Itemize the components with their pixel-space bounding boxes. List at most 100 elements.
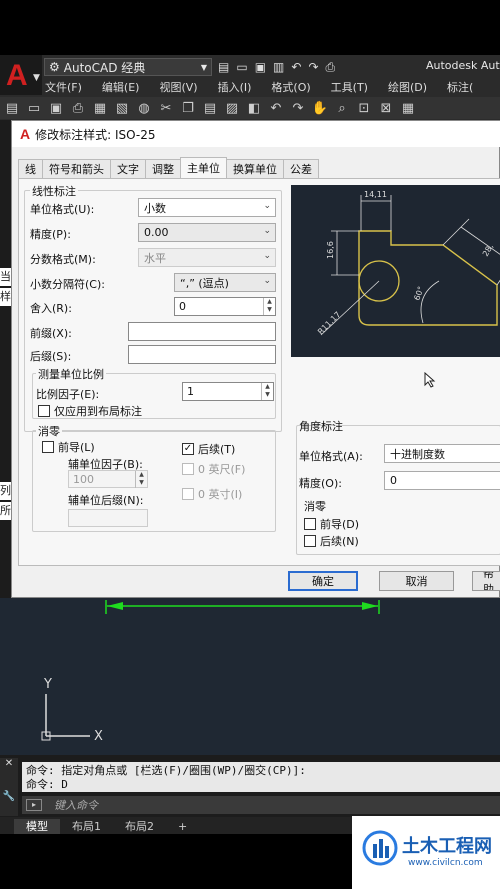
undo-icon[interactable]: ↶ [268, 100, 284, 116]
linear-dimension-line[interactable] [105, 600, 380, 614]
zoom-realtime-icon[interactable]: ⌕ [334, 100, 350, 116]
modify-dimension-style-dialog: A 修改标注样式: ISO-25 线 符号和箭头 文字 调整 主单位 换算单位 … [11, 120, 500, 598]
preview-dim-top: 14,11 [364, 190, 387, 199]
precision-select[interactable]: 0.00 ⌄ [138, 223, 276, 242]
unit-format-label: 单位格式(U): [30, 203, 95, 216]
dimension-preview: 14,11 16,6 28, 60° R11,17 [291, 185, 500, 357]
angular-precision-select[interactable]: 0 [384, 471, 500, 490]
menu-format[interactable]: 格式(O) [271, 79, 310, 95]
menu-dimension[interactable]: 标注( [447, 79, 473, 95]
print-icon[interactable]: ⎙ [70, 100, 86, 116]
angular-unit-format-select[interactable]: 十进制度数 [384, 444, 500, 463]
ok-button[interactable]: 确定 [288, 571, 358, 591]
command-history-line: 命令: 指定对角点或 [栏选(F)/圈围(WP)/圈交(CP)]: [26, 764, 306, 777]
pan-icon[interactable]: ✋ [312, 100, 328, 116]
command-input-placeholder: 键入命令 [54, 799, 98, 812]
app-menu-button[interactable]: A ▼ [0, 55, 42, 95]
preview-dim-right: 28, [481, 242, 495, 258]
menu-file[interactable]: 文件(F) [45, 79, 82, 95]
redo-icon[interactable]: ↷ [308, 60, 318, 75]
round-off-input[interactable]: 0 ▲ ▼ [174, 297, 276, 316]
trailing-zero-checkbox[interactable]: ✓ 后续(T) [182, 441, 235, 457]
match-properties-icon[interactable]: ▨ [224, 100, 240, 116]
block-editor-icon[interactable]: ◧ [246, 100, 262, 116]
zero-feet-label: 0 英尺(F) [198, 463, 246, 476]
close-icon[interactable]: ✕ [0, 758, 18, 769]
preview-dim-radius: R11,17 [316, 310, 342, 336]
open-icon[interactable]: ▭ [26, 100, 42, 116]
publish-icon[interactable]: ▧ [114, 100, 130, 116]
sub-unit-factor-input[interactable]: 100 ▲ ▼ [68, 470, 148, 488]
zero-feet-checkbox[interactable]: 0 英尺(F) [182, 461, 245, 477]
zero-inches-checkbox[interactable]: 0 英寸(I) [182, 486, 242, 502]
tab-tolerances[interactable]: 公差 [283, 159, 319, 178]
unit-format-select[interactable]: 小数 ⌄ [138, 198, 276, 217]
paste-icon[interactable]: ▤ [202, 100, 218, 116]
prefix-input[interactable] [128, 322, 276, 341]
tab-layout2[interactable]: 布局2 [113, 819, 166, 834]
workspace-label: AutoCAD 经典 [63, 60, 146, 75]
spinner-icon[interactable]: ▲ ▼ [263, 298, 275, 315]
undo-icon[interactable]: ↶ [291, 60, 301, 75]
menu-edit[interactable]: 编辑(E) [102, 79, 140, 95]
zoom-window-icon[interactable]: ⊡ [356, 100, 372, 116]
copy-icon[interactable]: ❐ [180, 100, 196, 116]
zoom-previous-icon[interactable]: ⊠ [378, 100, 394, 116]
open-file-icon[interactable]: ▭ [236, 60, 247, 75]
dialog-title: 修改标注样式: ISO-25 [35, 127, 156, 142]
ucs-icon: Y X [41, 677, 103, 744]
new-icon[interactable]: ▤ [4, 100, 20, 116]
save-icon[interactable]: ▣ [255, 60, 266, 75]
menu-tools[interactable]: 工具(T) [331, 79, 368, 95]
command-input[interactable]: ▸ 键入命令 [22, 796, 500, 814]
workspace-select[interactable]: ⚙ AutoCAD 经典 ▼ [44, 58, 212, 76]
print-preview-icon[interactable]: ▦ [92, 100, 108, 116]
leading-zero-checkbox[interactable]: 前导(L) [42, 439, 95, 455]
save-as-icon[interactable]: ▥ [273, 60, 284, 75]
plot-icon[interactable]: ⎙ [326, 60, 336, 75]
decimal-separator-select[interactable]: “,” (逗点) ⌄ [174, 273, 276, 292]
redo-icon[interactable]: ↷ [290, 100, 306, 116]
spinner-icon[interactable]: ▲ ▼ [261, 383, 273, 400]
watermark-url: www.civilcn.com [408, 858, 483, 868]
suffix-input[interactable] [128, 345, 276, 364]
tab-lines[interactable]: 线 [18, 159, 43, 178]
save-icon[interactable]: ▣ [48, 100, 64, 116]
angular-leading-checkbox[interactable]: 前导(D) [304, 516, 359, 532]
tab-fit[interactable]: 调整 [145, 159, 181, 178]
autocad-logo-icon: A [6, 59, 28, 92]
autocad-logo-icon: A [20, 126, 31, 142]
tab-symbols-arrows[interactable]: 符号和箭头 [42, 159, 111, 178]
dialog-title-bar[interactable]: A 修改标注样式: ISO-25 [12, 121, 500, 147]
angular-trailing-checkbox[interactable]: 后续(N) [304, 533, 359, 549]
menu-view[interactable]: 视图(V) [159, 79, 197, 95]
cut-icon[interactable]: ✂ [158, 100, 174, 116]
scale-factor-input[interactable]: 1 ▲ ▼ [182, 382, 274, 401]
chevron-down-icon: ▼ [33, 73, 40, 83]
tab-primary-units[interactable]: 主单位 [180, 157, 227, 178]
properties-icon[interactable]: ▦ [400, 100, 416, 116]
spinner-icon[interactable]: ▲ ▼ [135, 471, 147, 488]
tab-alternate-units[interactable]: 换算单位 [226, 159, 284, 178]
sub-unit-suffix-input[interactable] [68, 509, 148, 527]
help-button[interactable]: 帮助 [472, 571, 500, 591]
command-history-line: 命令: D [26, 778, 68, 791]
scale-factor-label: 比例因子(E): [36, 388, 100, 401]
tab-text[interactable]: 文字 [110, 159, 146, 178]
wrench-icon[interactable]: 🔧 [0, 791, 18, 802]
menu-insert[interactable]: 插入(I) [218, 79, 252, 95]
new-file-icon[interactable]: ▤ [218, 60, 229, 75]
tab-model[interactable]: 模型 [14, 819, 60, 834]
command-history: 命令: 指定对角点或 [栏选(F)/圈围(WP)/圈交(CP)]: 命令: D [22, 762, 500, 792]
fraction-format-select[interactable]: 水平 ⌄ [138, 248, 276, 267]
3d-publish-icon[interactable]: ◍ [136, 100, 152, 116]
cancel-button[interactable]: 取消 [379, 571, 454, 591]
command-window-handle[interactable]: ✕ 🔧 [0, 758, 18, 816]
preview-dim-left: 16,6 [326, 241, 335, 259]
angular-precision-value: 0 [390, 474, 397, 487]
menu-draw[interactable]: 绘图(D) [388, 79, 427, 95]
add-layout-button[interactable]: + [166, 819, 199, 834]
layout-only-checkbox[interactable]: 仅应用到布局标注 [38, 403, 142, 419]
angular-unit-format-label: 单位格式(A): [299, 450, 363, 463]
tab-layout1[interactable]: 布局1 [60, 819, 113, 834]
